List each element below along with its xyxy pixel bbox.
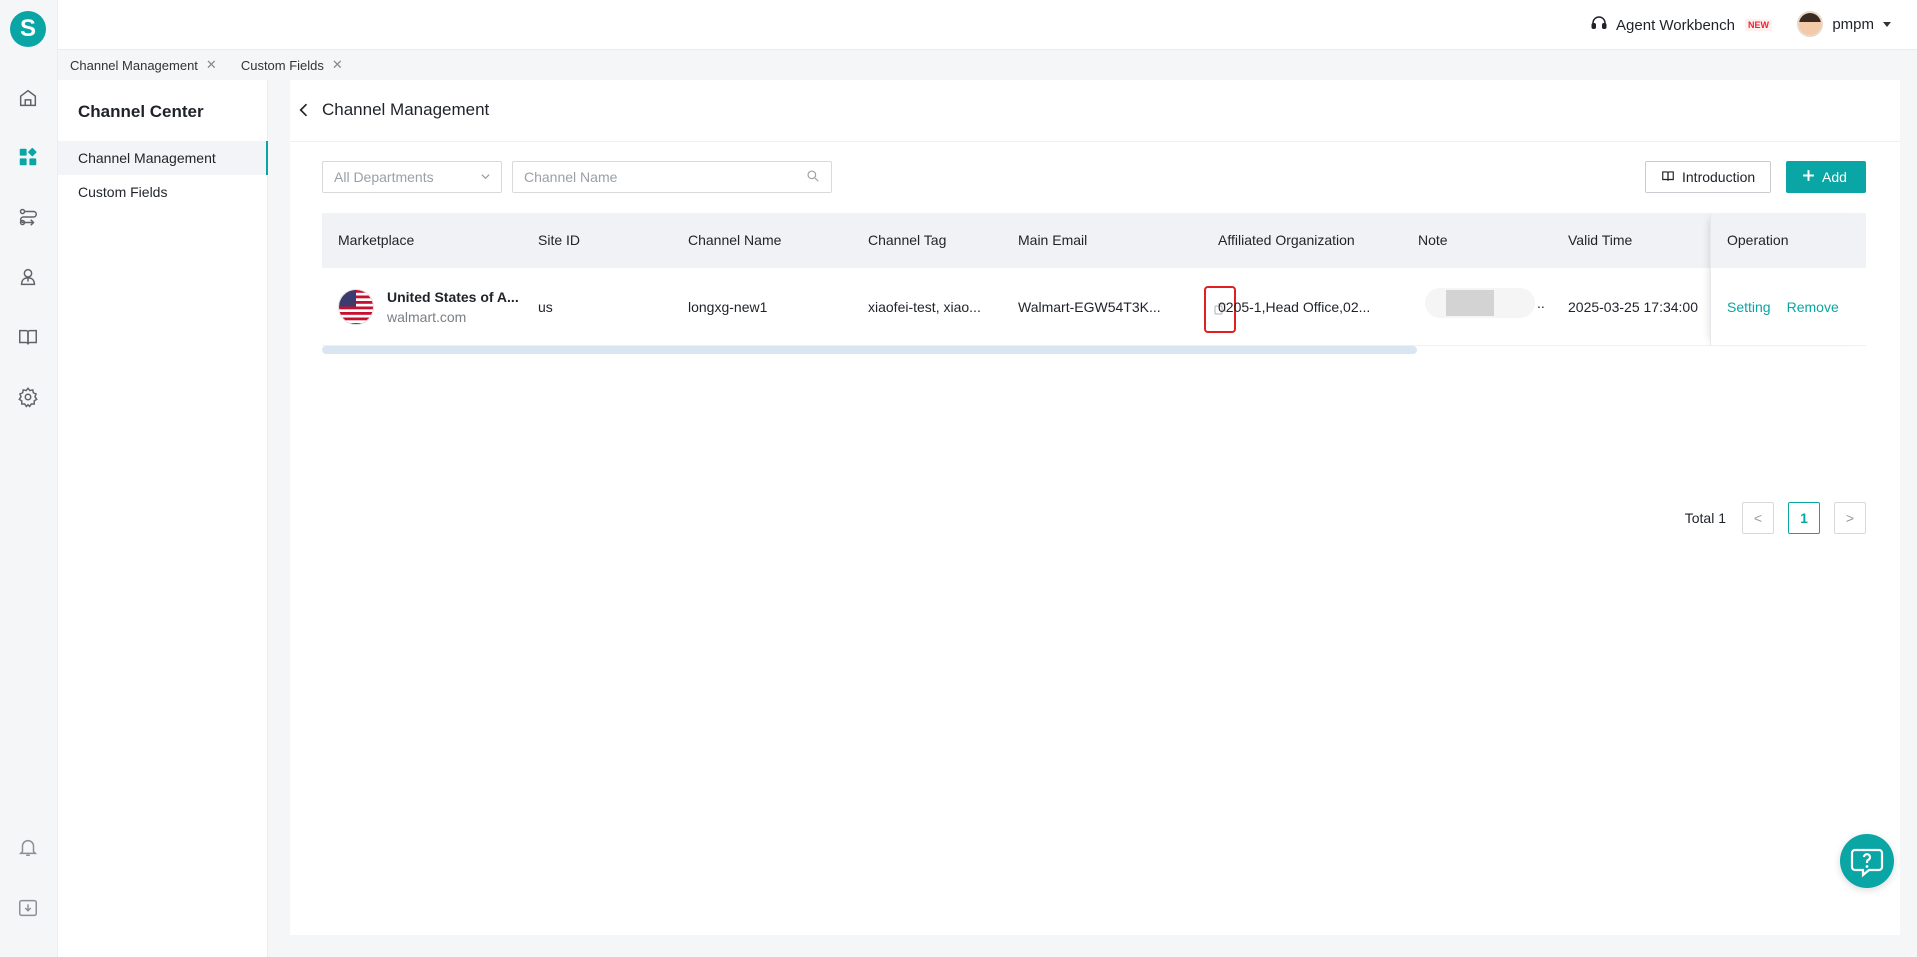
operation-row: Setting Remove <box>1711 268 1866 346</box>
sidebar-item-custom-fields[interactable]: Custom Fields <box>58 175 268 209</box>
username: pmpm <box>1832 15 1874 33</box>
remove-link[interactable]: Remove <box>1787 299 1839 315</box>
setting-link[interactable]: Setting <box>1727 299 1771 315</box>
column-header-channel-name: Channel Name <box>688 232 782 248</box>
channel-tag-cell: xiaofei-test, xiao... <box>868 299 981 315</box>
tab-channel-management[interactable]: Channel Management ✕ <box>58 50 229 80</box>
close-icon[interactable]: ✕ <box>206 57 217 73</box>
sidebar-title: Channel Center <box>78 102 204 121</box>
tab-label: Channel Management <box>70 57 198 73</box>
column-header-valid-time: Valid Time <box>1568 232 1633 248</box>
tab-label: Custom Fields <box>240 57 324 73</box>
agent-workbench-link[interactable]: Agent Workbench NEW <box>1590 14 1772 36</box>
new-badge: NEW <box>1745 19 1772 31</box>
search-icon[interactable] <box>806 169 820 186</box>
operation-header: Operation <box>1711 213 1866 268</box>
add-button[interactable]: Add <box>1786 161 1866 193</box>
next-page-button[interactable]: > <box>1834 502 1866 534</box>
column-header-note: Note <box>1418 232 1448 248</box>
horizontal-scrollbar[interactable] <box>322 346 1417 354</box>
gear-icon[interactable] <box>15 384 41 410</box>
close-icon[interactable]: ✕ <box>332 57 343 73</box>
site-id-cell: us <box>538 299 553 315</box>
tab-strip: Channel Management ✕ Custom Fields ✕ <box>58 50 1917 80</box>
route-icon[interactable] <box>15 204 41 230</box>
sidebar-nav: Channel Management Custom Fields <box>58 141 268 209</box>
caret-down-icon <box>1883 21 1891 27</box>
user-icon[interactable] <box>15 264 41 290</box>
download-icon[interactable] <box>15 895 41 921</box>
agent-workbench-label: Agent Workbench <box>1616 16 1735 34</box>
table-row[interactable]: United States of A... walmart.com us lon… <box>322 268 1866 346</box>
tab-custom-fields[interactable]: Custom Fields ✕ <box>229 50 355 80</box>
left-rail: S <box>0 0 58 957</box>
prev-page-button[interactable]: < <box>1742 502 1774 534</box>
marketplace-site: walmart.com <box>387 309 467 325</box>
home-icon[interactable] <box>15 85 41 111</box>
valid-time-cell: 2025-03-25 17:34:00 <box>1568 299 1698 315</box>
main-email-cell: Walmart-EGW54T3K... <box>1018 299 1161 315</box>
channel-table: Marketplace Site ID Channel Name Channel… <box>322 213 1866 534</box>
search-input[interactable] <box>524 169 806 185</box>
app-logo[interactable]: S <box>10 11 46 47</box>
main-panel: Channel Management All Departments Intro… <box>290 80 1900 935</box>
column-header-site-id: Site ID <box>538 232 581 248</box>
department-select-value: All Departments <box>334 169 434 185</box>
introduction-button[interactable]: Introduction <box>1645 161 1772 193</box>
marketplace-name: United States of A... <box>387 289 519 305</box>
chevron-down-icon <box>481 174 490 180</box>
headset-icon <box>1590 14 1608 36</box>
plus-icon <box>1802 169 1815 185</box>
page-number-button[interactable]: 1 <box>1788 502 1820 534</box>
user-menu[interactable]: pmpm <box>1797 11 1891 37</box>
column-header-affiliated-organization: Affiliated Organization <box>1218 232 1355 248</box>
affiliated-org-cell: 0205-1,Head Office,02... <box>1218 299 1371 315</box>
help-button[interactable] <box>1840 834 1894 888</box>
operation-cell: Setting Remove <box>1727 268 1839 346</box>
avatar <box>1797 11 1824 37</box>
column-header-channel-tag: Channel Tag <box>868 232 947 248</box>
add-label: Add <box>1822 169 1847 185</box>
page-header: Channel Management <box>290 80 1900 142</box>
column-header-marketplace: Marketplace <box>338 232 415 248</box>
marketplace-cell: United States of A... walmart.com <box>338 268 533 346</box>
operation-column: Operation Setting Remove <box>1710 213 1866 346</box>
bell-icon[interactable] <box>15 834 41 860</box>
back-arrow-icon[interactable] <box>294 100 314 120</box>
book-open-icon <box>1661 169 1675 186</box>
department-select[interactable]: All Departments <box>322 161 502 193</box>
top-bar: Agent Workbench NEW pmpm <box>58 0 1917 50</box>
pagination: Total 1 < 1 > <box>1685 502 1866 534</box>
book-icon[interactable] <box>15 324 41 350</box>
column-header-operation: Operation <box>1727 232 1789 248</box>
note-cell: .. <box>1537 295 1545 311</box>
channel-center-sidebar: Channel Center Channel Management Custom… <box>58 80 268 957</box>
sidebar-item-channel-management[interactable]: Channel Management <box>58 141 268 175</box>
help-icon <box>1849 842 1885 881</box>
channel-name-search[interactable] <box>512 161 832 193</box>
page-title: Channel Management <box>322 100 490 119</box>
channel-name-cell: longxg-new1 <box>688 299 768 315</box>
total-count: Total 1 <box>1684 510 1726 526</box>
table-header: Marketplace Site ID Channel Name Channel… <box>322 213 1866 268</box>
column-header-main-email: Main Email <box>1018 232 1088 248</box>
introduction-label: Introduction <box>1682 169 1756 185</box>
us-flag-icon <box>338 289 374 325</box>
note-redaction <box>1446 290 1494 316</box>
dashboard-icon[interactable] <box>15 144 41 170</box>
